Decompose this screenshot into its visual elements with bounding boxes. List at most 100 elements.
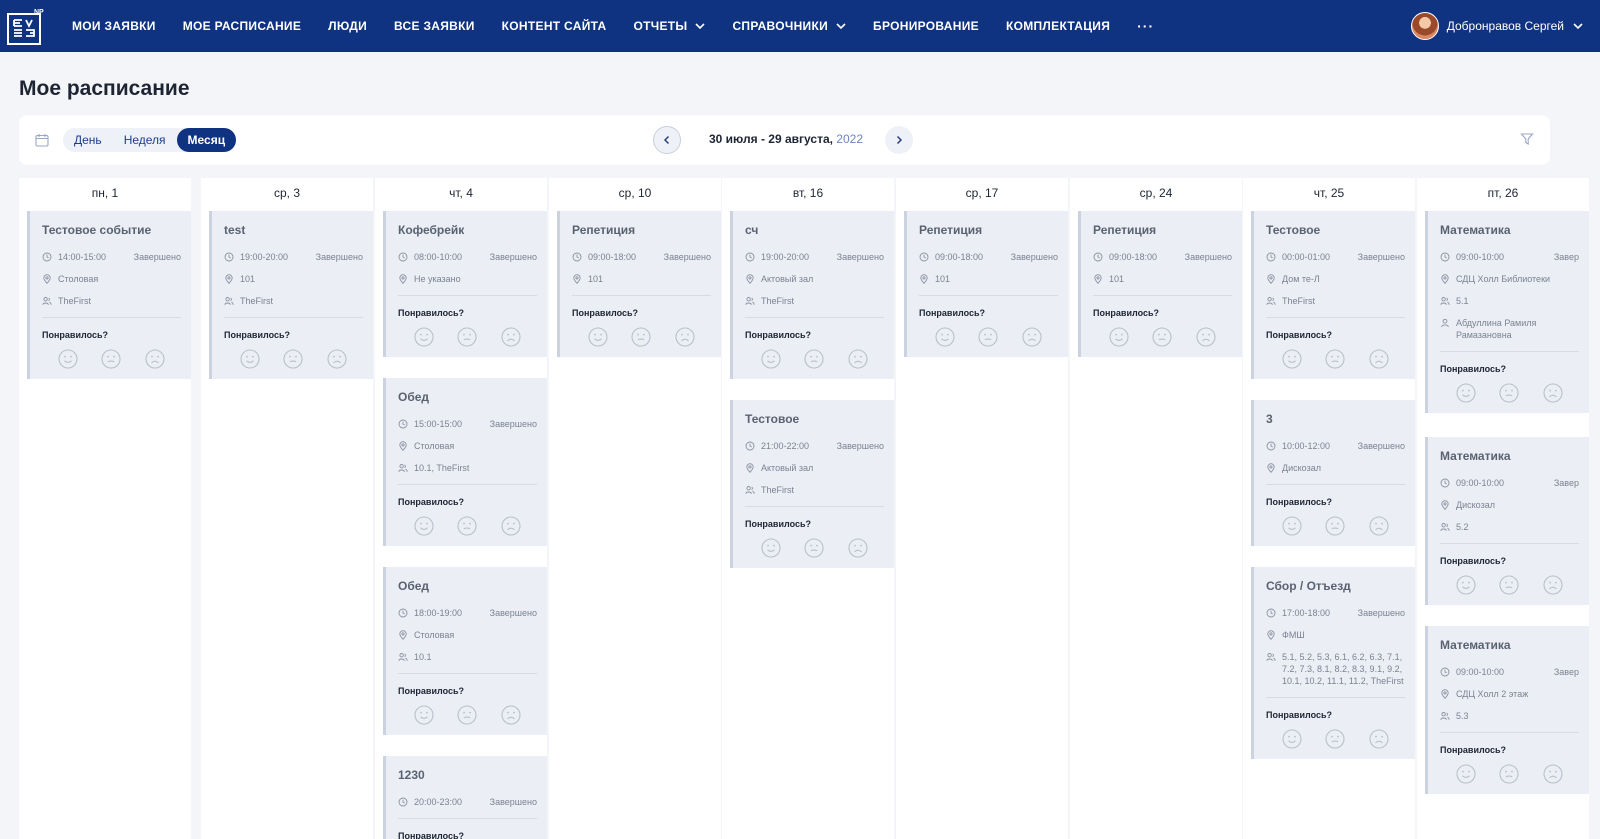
rating-neutral-icon[interactable] <box>1325 516 1346 536</box>
rating-happy-icon[interactable] <box>1109 327 1129 347</box>
rating-neutral-icon[interactable] <box>457 705 478 725</box>
event-card[interactable]: Репетиция 09:00-18:00 Завершено 101 Понравил… <box>904 211 1068 357</box>
prev-period-button[interactable] <box>653 126 681 154</box>
next-period-button[interactable] <box>885 126 913 154</box>
event-card[interactable]: сч 19:00-20:00 Завершено Актовый зал TheFirs… <box>730 211 894 379</box>
rating-sad-icon[interactable] <box>1369 516 1389 536</box>
rating-sad-icon[interactable] <box>675 327 695 347</box>
nav-equipment[interactable]: КОМПЛЕКТАЦИЯ <box>1006 19 1110 33</box>
rating-sad-icon[interactable] <box>327 349 347 369</box>
rating-sad-icon[interactable] <box>501 327 521 347</box>
nav-my-requests-label: МОИ ЗАЯВКИ <box>72 19 156 33</box>
rating-neutral-icon[interactable] <box>1499 575 1520 595</box>
rating-happy-icon[interactable] <box>414 705 434 725</box>
rating-happy-icon[interactable] <box>1282 729 1302 749</box>
event-card[interactable]: Тестовое событие 14:00-15:00 Завершено Стол… <box>27 211 191 379</box>
rating-sad-icon[interactable] <box>848 538 868 558</box>
rating-happy-icon[interactable] <box>1456 764 1476 784</box>
event-time-row: 17:00-18:00 Завершено <box>1266 607 1405 619</box>
view-week-button[interactable]: Неделя <box>113 128 177 152</box>
nav-reports[interactable]: ОТЧЕТЫ <box>633 19 706 33</box>
rating-neutral-icon[interactable] <box>1499 383 1520 403</box>
nav-all-requests[interactable]: ВСЕ ЗАЯВКИ <box>394 19 475 33</box>
rating-happy-icon[interactable] <box>935 327 955 347</box>
rating-sad-icon[interactable] <box>848 349 868 369</box>
rating-happy-icon[interactable] <box>761 538 781 558</box>
rating-happy-icon[interactable] <box>1456 575 1476 595</box>
event-place: СДЦ Холл Библиотеки <box>1456 274 1551 284</box>
nav-site-content[interactable]: КОНТЕНТ САЙТА <box>502 19 607 33</box>
rating-neutral-icon[interactable] <box>631 327 652 347</box>
clock-icon <box>1266 608 1276 618</box>
nav-my-requests[interactable]: МОИ ЗАЯВКИ <box>72 19 156 33</box>
rating-neutral-icon[interactable] <box>804 538 825 558</box>
rating-happy-icon[interactable] <box>414 327 434 347</box>
event-place-row: Столовая <box>42 273 181 285</box>
event-card[interactable]: Обед 18:00-19:00 Завершено Столовая 10.1 Понр… <box>383 567 547 735</box>
rating-happy-icon[interactable] <box>761 349 781 369</box>
event-card[interactable]: Математика 09:00-10:00 Завер Дискозал 5.2 Пон… <box>1425 437 1589 605</box>
rating-sad-icon[interactable] <box>145 349 165 369</box>
rating-neutral-icon[interactable] <box>1325 729 1346 749</box>
event-card[interactable]: 1230 20:00-23:00 Завершено Понравилось? <box>383 756 547 839</box>
event-time: 09:00-18:00 <box>1109 252 1158 262</box>
event-card[interactable]: Репетиция 09:00-18:00 Завершено 101 Понравил… <box>1078 211 1242 357</box>
nav-people-label: ЛЮДИ <box>328 19 368 33</box>
user-menu[interactable]: Добронравов Сергей <box>1410 0 1584 52</box>
rating-sad-icon[interactable] <box>1543 764 1563 784</box>
app-logo[interactable]: NP <box>6 6 44 46</box>
view-month-button[interactable]: Месяц <box>176 128 237 152</box>
rating-neutral-icon[interactable] <box>804 349 825 369</box>
event-card[interactable]: Тестовое 21:00-22:00 Завершено Актовый зал T… <box>730 400 894 568</box>
view-day-button[interactable]: День <box>63 128 113 152</box>
calendar-icon[interactable] <box>35 133 49 147</box>
event-title: Репетиция <box>1093 223 1157 237</box>
rating-sad-icon[interactable] <box>1196 327 1216 347</box>
nav-directories[interactable]: СПРАВОЧНИКИ <box>732 19 846 33</box>
rating-happy-icon[interactable] <box>1282 349 1302 369</box>
event-card[interactable]: Сбор / Отъезд 17:00-18:00 Завершено ФМШ 5.1,… <box>1251 567 1415 759</box>
rating-neutral-icon[interactable] <box>1325 349 1346 369</box>
rating-neutral-icon[interactable] <box>457 327 478 347</box>
rating-label: Понравилось? <box>224 330 290 340</box>
rating-neutral-icon[interactable] <box>457 516 478 536</box>
event-person-row: Абдуллина Рамиля Рамазановна <box>1440 317 1579 341</box>
rating-neutral-icon[interactable] <box>1152 327 1173 347</box>
event-card[interactable]: Математика 09:00-10:00 Завер СДЦ Холл 2 эта… <box>1425 626 1589 794</box>
rating-happy-icon[interactable] <box>1456 383 1476 403</box>
rating-neutral-icon[interactable] <box>978 327 999 347</box>
rating-happy-icon[interactable] <box>414 516 434 536</box>
rating-sad-icon[interactable] <box>501 516 521 536</box>
rating-neutral-icon[interactable] <box>101 349 122 369</box>
rating-sad-icon[interactable] <box>501 705 521 725</box>
group-icon <box>398 464 408 472</box>
event-card[interactable]: Тестовое 00:00-01:00 Завершено Дом те-Л TheF… <box>1251 211 1415 379</box>
nav-people[interactable]: ЛЮДИ <box>328 19 367 33</box>
filter-icon[interactable] <box>1520 132 1534 146</box>
rating-happy-icon[interactable] <box>588 327 608 347</box>
rating-sad-icon[interactable] <box>1369 349 1389 369</box>
event-card[interactable]: test 19:00-20:00 Завершено 101 TheFirst Понра… <box>209 211 373 379</box>
event-card[interactable]: Обед 15:00-15:00 Завершено Столовая 10.1, Th… <box>383 378 547 546</box>
nav-more-button[interactable]: ··· <box>1137 18 1154 34</box>
event-place-row: Не указано <box>398 273 537 285</box>
rating-sad-icon[interactable] <box>1022 327 1042 347</box>
event-time-row: 09:00-18:00 Завершено <box>1093 251 1232 263</box>
rating-happy-icon[interactable] <box>240 349 260 369</box>
rating-neutral-icon[interactable] <box>1499 764 1520 784</box>
rating-happy-icon[interactable] <box>1282 516 1302 536</box>
event-card[interactable]: 3 10:00-12:00 Завершено Дискозал Понравилось… <box>1251 400 1415 546</box>
event-card[interactable]: Репетиция 09:00-18:00 Завершено 101 Понравил… <box>557 211 721 357</box>
nav-my-schedule[interactable]: МОЕ РАСПИСАНИЕ <box>183 19 301 33</box>
rating-happy-icon[interactable] <box>58 349 78 369</box>
event-card[interactable]: Кофебрейк 08:00-10:00 Завершено Не указано П… <box>383 211 547 357</box>
event-card[interactable]: Математика 09:00-10:00 Завер СДЦ Холл Библи… <box>1425 211 1589 413</box>
rating-sad-icon[interactable] <box>1543 575 1563 595</box>
nav-booking[interactable]: БРОНИРОВАНИЕ <box>873 19 979 33</box>
event-time: 21:00-22:00 <box>761 441 810 451</box>
date-range-year[interactable]: 2022 <box>836 132 863 146</box>
view-switcher: День Неделя Месяц <box>63 128 237 152</box>
rating-sad-icon[interactable] <box>1369 729 1389 749</box>
rating-neutral-icon[interactable] <box>283 349 304 369</box>
rating-sad-icon[interactable] <box>1543 383 1563 403</box>
